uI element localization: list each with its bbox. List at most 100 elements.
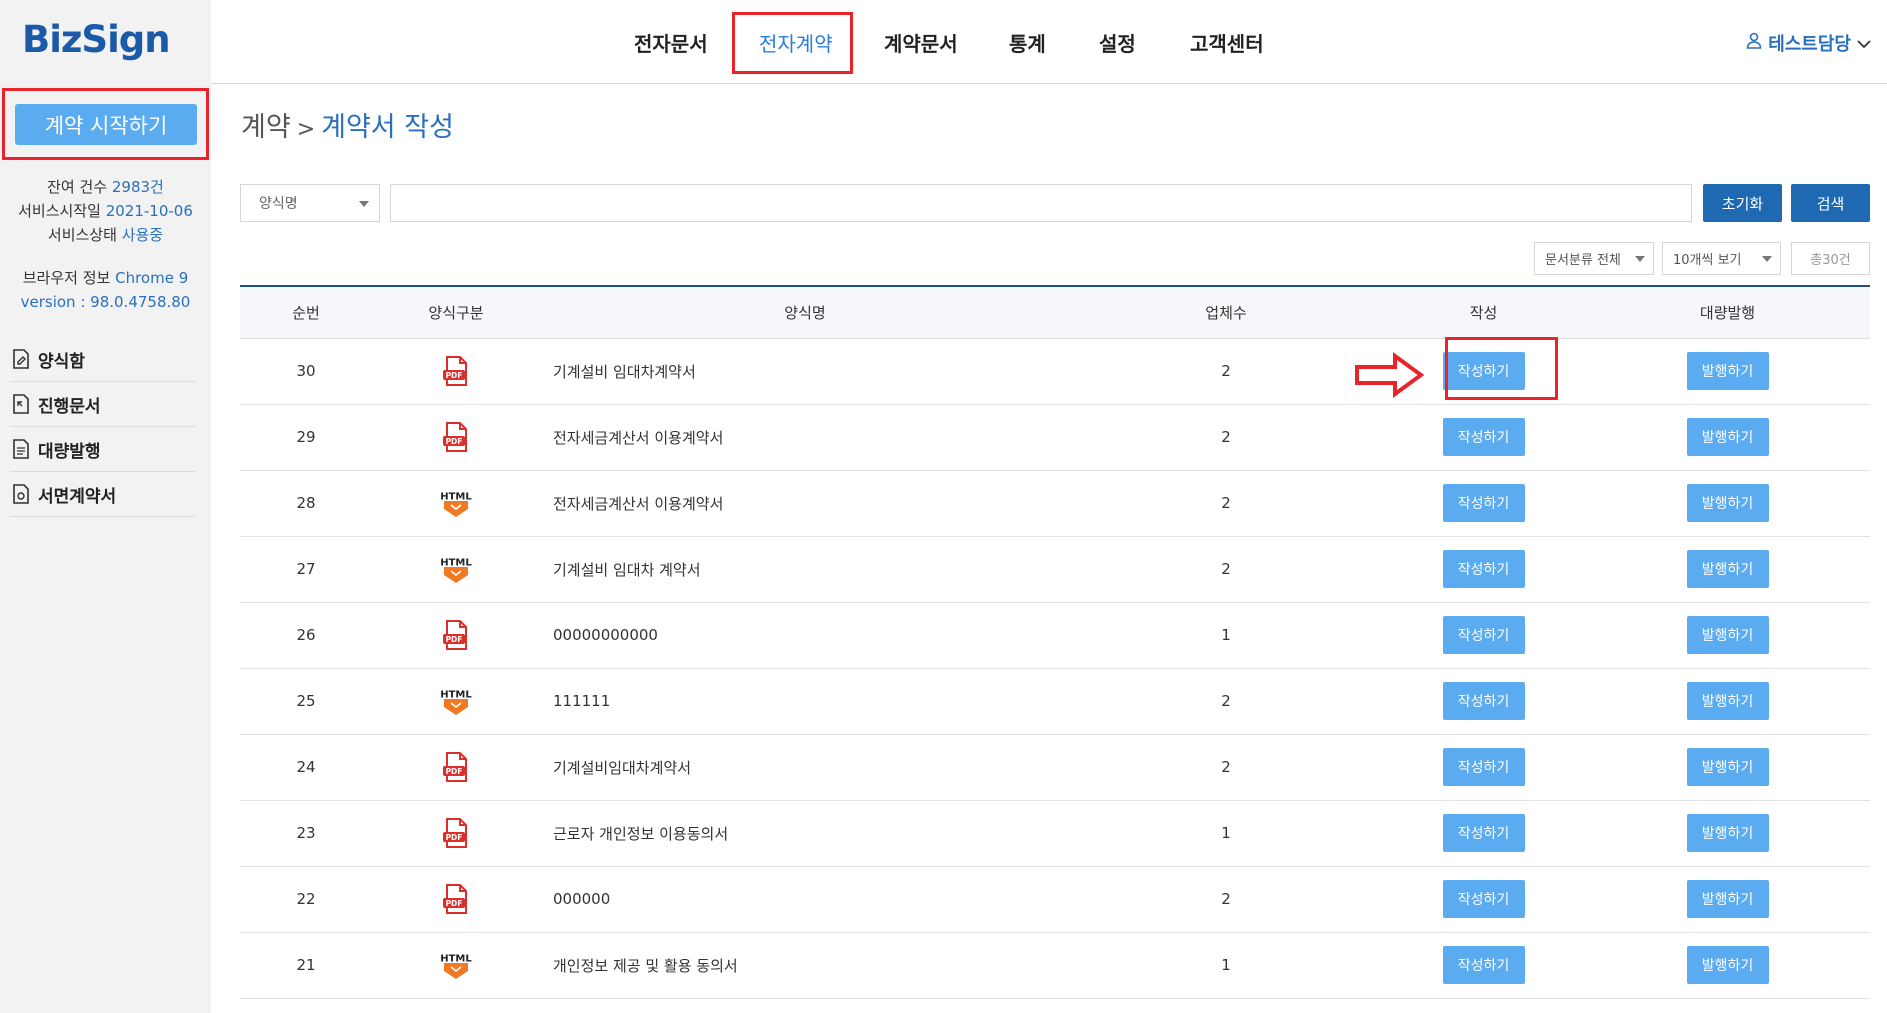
svg-text:PDF: PDF <box>446 635 463 644</box>
svg-text:PDF: PDF <box>446 833 463 842</box>
sidebar-item-progress-docs[interactable]: 진행문서 <box>10 382 196 427</box>
col-header-bulk-issue: 대량발행 <box>1699 303 1756 322</box>
table-row: 21 HTML 개인정보 제공 및 활용 동의서 1 작성하기 발행하기 <box>240 932 1870 998</box>
nav-customer-center[interactable]: 고객센터 <box>1190 0 1264 84</box>
row-number: 27 <box>296 560 316 578</box>
pdf-file-icon: PDF <box>440 619 472 651</box>
bulk-issue-button[interactable]: 발행하기 <box>1686 484 1769 522</box>
table-row: 30 PDF 기계설비 임대차계약서 2 작성하기 발행하기 <box>240 338 1870 404</box>
row-company-count: 2 <box>1221 692 1231 710</box>
sidebar-item-paper-contract[interactable]: 서면계약서 <box>10 472 196 517</box>
user-name: 테스트담당 <box>1768 34 1851 55</box>
search-input[interactable] <box>390 184 1692 222</box>
reset-button[interactable]: 초기화 <box>1703 184 1782 222</box>
nav-statistics[interactable]: 통계 <box>1009 0 1046 84</box>
row-form-type: HTML <box>372 470 540 536</box>
start-contract-button[interactable]: 계약 시작하기 <box>15 104 197 145</box>
table-row: 25 HTML 111111 2 작성하기 발행하기 <box>240 668 1870 734</box>
category-filter-select[interactable]: 문서분류 전체 <box>1534 242 1654 275</box>
svg-text:PDF: PDF <box>446 437 463 446</box>
sidebar-menu: 양식함 진행문서 대량발행 서면계약서 <box>10 337 196 517</box>
row-form-type: PDF <box>372 734 540 800</box>
row-number: 30 <box>296 362 316 380</box>
row-form-type: PDF <box>372 404 540 470</box>
nav-contract-documents[interactable]: 계약문서 <box>884 0 958 84</box>
svg-text:PDF: PDF <box>446 371 463 380</box>
paper-contract-icon <box>12 484 30 504</box>
html-file-icon: HTML <box>440 487 472 519</box>
pdf-file-icon: PDF <box>440 421 472 453</box>
write-button[interactable]: 작성하기 <box>1442 550 1525 588</box>
pdf-file-icon: PDF <box>440 355 472 387</box>
page-title: 계약서 작성 <box>321 112 454 143</box>
row-form-name: 전자세금계산서 이용계약서 <box>553 428 724 447</box>
row-form-type: HTML <box>372 932 540 998</box>
service-info: 잔여 건수 2983건 서비스시작일 2021-10-06 서비스상태 사용중 <box>0 175 211 247</box>
bulk-issue-button[interactable]: 발행하기 <box>1686 748 1769 786</box>
bulk-issue-button[interactable]: 발행하기 <box>1686 352 1769 390</box>
bulk-issue-button[interactable]: 발행하기 <box>1686 682 1769 720</box>
row-form-type: PDF <box>372 602 540 668</box>
search-button[interactable]: 검색 <box>1791 184 1870 222</box>
row-company-count: 1 <box>1221 626 1231 644</box>
row-form-type: HTML <box>372 668 540 734</box>
nav-e-documents[interactable]: 전자문서 <box>634 0 708 84</box>
svg-text:HTML: HTML <box>440 558 472 569</box>
write-button[interactable]: 작성하기 <box>1442 748 1525 786</box>
caret-down-icon <box>359 201 369 207</box>
table-row: 29 PDF 전자세금계산서 이용계약서 2 작성하기 발행하기 <box>240 404 1870 470</box>
row-number: 22 <box>296 890 316 908</box>
user-menu[interactable]: 테스트담당 <box>1746 30 1871 56</box>
nav-settings[interactable]: 설정 <box>1099 0 1136 84</box>
nav-e-contract[interactable]: 전자계약 <box>759 0 833 84</box>
svg-text:PDF: PDF <box>446 767 463 776</box>
html-file-icon: HTML <box>440 553 472 585</box>
sidebar: BizSign 계약 시작하기 잔여 건수 2983건 서비스시작일 2021-… <box>0 0 211 1013</box>
row-form-type: HTML <box>372 536 540 602</box>
col-header-form-type: 양식구분 <box>428 303 484 322</box>
row-form-name: 기계설비 임대차 계약서 <box>553 560 701 579</box>
sidebar-item-bulk-issue[interactable]: 대량발행 <box>10 427 196 472</box>
write-button[interactable]: 작성하기 <box>1442 682 1525 720</box>
bulk-issue-button[interactable]: 발행하기 <box>1686 418 1769 456</box>
bulk-issue-button[interactable]: 발행하기 <box>1686 880 1769 918</box>
bulk-issue-button[interactable]: 발행하기 <box>1686 616 1769 654</box>
bulk-issue-button[interactable]: 발행하기 <box>1686 946 1769 984</box>
table-row: 24 PDF 기계설비임대차계약서 2 작성하기 발행하기 <box>240 734 1870 800</box>
bulk-issue-button[interactable]: 발행하기 <box>1686 550 1769 588</box>
search-field-select[interactable]: 양식명 <box>240 184 380 222</box>
row-company-count: 2 <box>1221 362 1231 380</box>
write-button[interactable]: 작성하기 <box>1442 814 1525 852</box>
row-company-count: 2 <box>1221 758 1231 776</box>
row-company-count: 2 <box>1221 560 1231 578</box>
progress-doc-icon <box>12 394 30 414</box>
col-header-form-name: 양식명 <box>784 303 826 322</box>
logo[interactable]: BizSign <box>22 18 171 61</box>
row-form-name: 근로자 개인정보 이용동의서 <box>553 824 729 843</box>
sidebar-item-form-box[interactable]: 양식함 <box>10 337 196 382</box>
page-size-select[interactable]: 10개씩 보기 <box>1662 242 1781 275</box>
service-start-date: 서비스시작일 2021-10-06 <box>18 202 193 220</box>
browser-info: 브라우저 정보 Chrome 9 version : 98.0.4758.80 <box>0 266 211 314</box>
table-row: 22 PDF 000000 2 작성하기 발행하기 <box>240 866 1870 932</box>
browser-version: version : 98.0.4758.80 <box>20 293 191 311</box>
svg-text:PDF: PDF <box>446 899 463 908</box>
row-form-name: 000000 <box>553 890 611 908</box>
write-button[interactable]: 작성하기 <box>1442 880 1525 918</box>
bulk-issue-button[interactable]: 발행하기 <box>1686 814 1769 852</box>
write-button[interactable]: 작성하기 <box>1442 946 1525 984</box>
row-form-name: 개인정보 제공 및 활용 동의서 <box>553 956 738 975</box>
row-company-count: 1 <box>1221 956 1231 974</box>
caret-down-icon <box>1762 256 1772 262</box>
svg-text:HTML: HTML <box>440 954 472 965</box>
breadcrumb-separator: > <box>296 117 316 142</box>
write-button[interactable]: 작성하기 <box>1442 352 1525 390</box>
row-number: 24 <box>296 758 316 776</box>
write-button[interactable]: 작성하기 <box>1442 616 1525 654</box>
write-button[interactable]: 작성하기 <box>1442 418 1525 456</box>
row-form-type: PDF <box>372 338 540 404</box>
breadcrumb-parent[interactable]: 계약 <box>241 112 291 143</box>
write-button[interactable]: 작성하기 <box>1442 484 1525 522</box>
svg-text:HTML: HTML <box>440 492 472 503</box>
row-form-name: 111111 <box>553 692 611 710</box>
